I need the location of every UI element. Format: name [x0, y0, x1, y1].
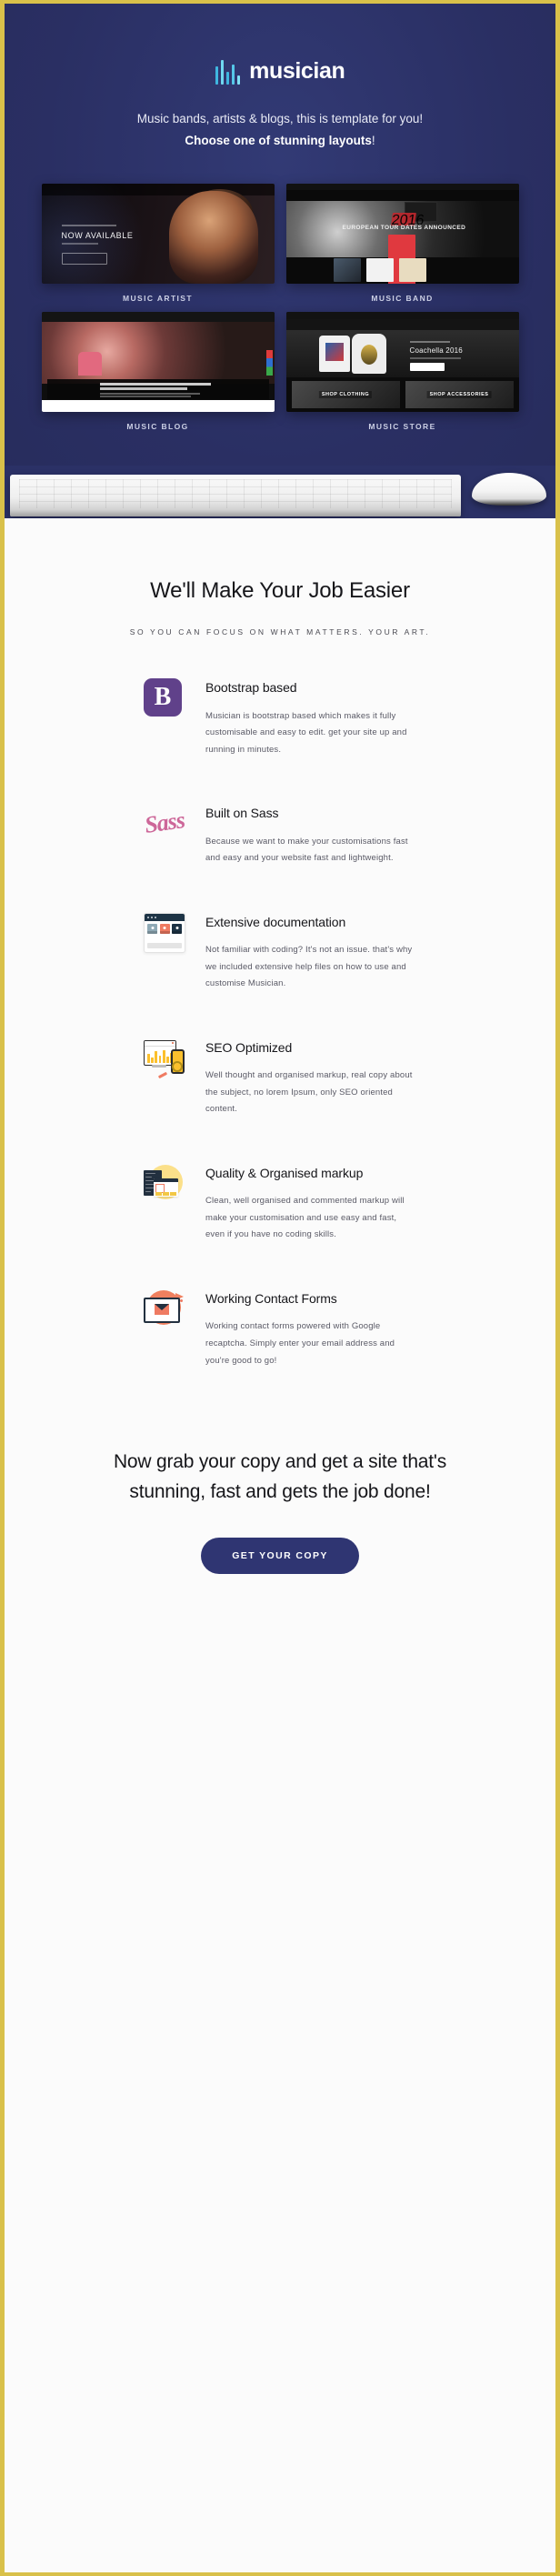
documentation-icon — [144, 912, 185, 955]
get-your-copy-button[interactable]: GET YOUR COPY — [201, 1538, 359, 1575]
thumb-headline: EUROPEAN TOUR DATES ANNOUNCED — [342, 225, 466, 232]
cta-section: Now grab your copy and get a site that's… — [5, 1415, 555, 1639]
features-section: We'll Make Your Job Easier SO YOU CAN FO… — [5, 518, 555, 1370]
feature-title: Working Contact Forms — [205, 1290, 337, 1306]
sass-icon: Sass — [143, 804, 186, 846]
thumbnail-label: MUSIC BAND — [371, 294, 434, 304]
email-template-page: musician Music bands, artists & blogs, t… — [0, 0, 560, 2576]
brand-name: musician — [249, 58, 345, 84]
cta-headline: Now grab your copy and get a site that's… — [113, 1451, 447, 1502]
mouse-image — [472, 473, 546, 506]
sound-bars-icon — [215, 59, 241, 85]
layout-thumbnail-grid: NOW AVAILABLE MUSIC ARTIST 2016 EUROPEAN… — [40, 184, 520, 431]
bootstrap-icon: B — [144, 678, 185, 720]
feature-description: Clean, well organised and commented mark… — [205, 1196, 405, 1240]
thumbnail-image-music-band[interactable]: 2016 EUROPEAN TOUR DATES ANNOUNCED — [285, 184, 519, 285]
thumb-tile-right: SHOP ACCESSORIES — [426, 391, 492, 399]
section-subtitle: SO YOU CAN FOCUS ON WHAT MATTERS. YOUR A… — [129, 627, 431, 637]
code-window-icon — [144, 1164, 185, 1206]
feature-description: Well thought and organised markup, real … — [205, 1070, 413, 1115]
keyboard-image — [10, 475, 461, 517]
seo-chart-icon — [144, 1038, 185, 1080]
feature-description: Working contact forms powered with Googl… — [205, 1321, 395, 1366]
feature-item-markup: Quality & Organised markup Clean, well o… — [144, 1164, 416, 1244]
thumbnail-music-artist[interactable]: NOW AVAILABLE MUSIC ARTIST — [40, 184, 275, 303]
brand-logo[interactable]: musician — [5, 58, 555, 85]
thumb-headline: Coachella 2016 — [409, 346, 463, 356]
feature-item-seo: SEO Optimized Well thought and organised… — [144, 1038, 416, 1118]
feature-item-sass: Sass Built on Sass Because we want to ma… — [143, 804, 416, 867]
hero-section: musician Music bands, artists & blogs, t… — [5, 4, 555, 519]
section-title: We'll Make Your Job Easier — [150, 578, 410, 604]
tagline-tail: ! — [371, 133, 375, 147]
feature-title: Bootstrap based — [205, 680, 297, 696]
thumbnail-music-band[interactable]: 2016 EUROPEAN TOUR DATES ANNOUNCED MUSIC… — [285, 184, 520, 303]
thumbnail-image-music-artist[interactable]: NOW AVAILABLE — [41, 184, 275, 285]
thumbnail-music-blog[interactable]: MUSIC BLOG — [40, 312, 275, 431]
feature-item-contact-forms: Working Contact Forms Working contact fo… — [144, 1289, 416, 1369]
feature-list: B Bootstrap based Musician is bootstrap … — [143, 678, 416, 1369]
thumb-headline: NOW AVAILABLE — [61, 231, 134, 241]
feature-item-bootstrap: B Bootstrap based Musician is bootstrap … — [144, 678, 416, 758]
feature-title: Quality & Organised markup — [205, 1165, 364, 1180]
feature-description: Musician is bootstrap based which makes … — [205, 710, 407, 755]
tagline-lead: Music bands, artists & blogs, this is te… — [136, 112, 424, 125]
tagline-emphasis: Choose one of stunning layouts — [185, 133, 372, 147]
feature-title: SEO Optimized — [205, 1039, 293, 1055]
feature-title: Built on Sass — [205, 806, 279, 821]
feature-description: Not familiar with coding? It's not an is… — [205, 945, 413, 989]
hero-tagline: Music bands, artists & blogs, this is te… — [116, 108, 444, 151]
thumbnail-label: MUSIC ARTIST — [123, 294, 193, 304]
bootstrap-icon-glyph: B — [144, 678, 182, 717]
feature-title: Extensive documentation — [205, 914, 346, 929]
thumbnail-music-store[interactable]: Coachella 2016 SHOP CLOTHING SHOP ACCESS… — [285, 312, 520, 431]
sass-icon-glyph: Sass — [143, 807, 186, 839]
thumbnail-label: MUSIC BLOG — [126, 422, 189, 432]
thumbnail-image-music-store[interactable]: Coachella 2016 SHOP CLOTHING SHOP ACCESS… — [285, 312, 519, 413]
thumb-badge: 2016 — [390, 213, 425, 229]
thumbnail-label: MUSIC STORE — [368, 422, 436, 432]
envelope-icon — [144, 1289, 185, 1331]
thumbnail-image-music-blog[interactable] — [41, 312, 275, 413]
desk-illustration — [5, 466, 555, 519]
thumb-tile-left: SHOP CLOTHING — [318, 391, 373, 399]
feature-description: Because we want to make your customisati… — [205, 836, 408, 864]
feature-item-documentation: Extensive documentation Not familiar wit… — [144, 912, 416, 993]
